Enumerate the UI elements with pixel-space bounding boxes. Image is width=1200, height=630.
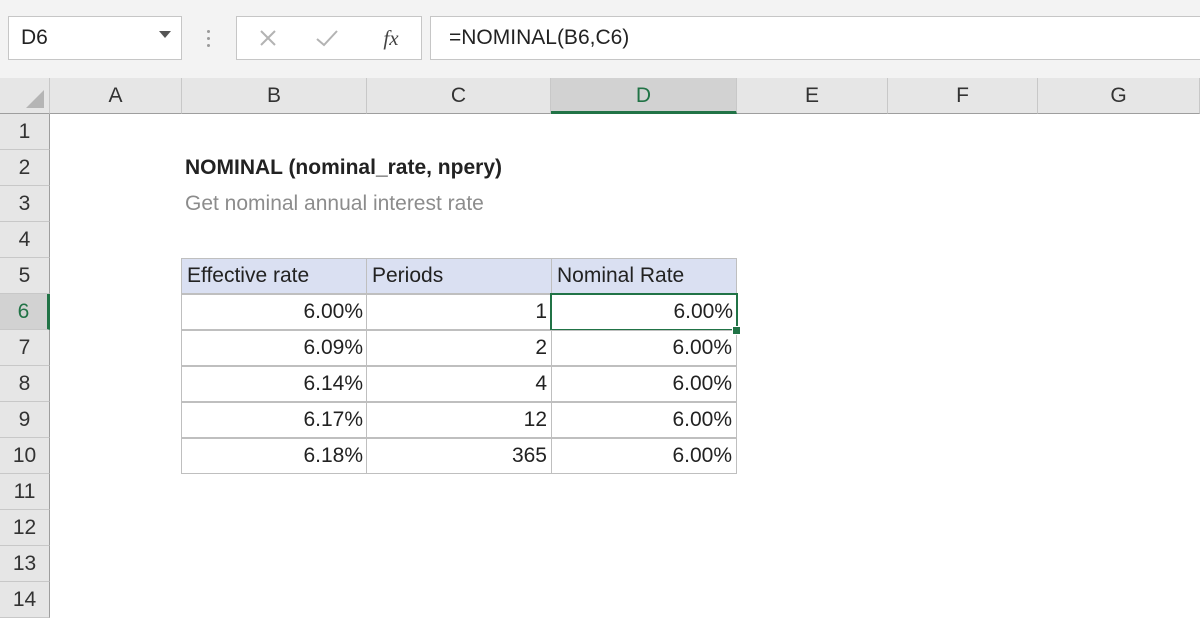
table-cell[interactable]: 6.00%: [551, 438, 737, 474]
table-cell[interactable]: 6.00%: [551, 402, 737, 438]
column-header-e[interactable]: E: [737, 78, 888, 114]
table-cell[interactable]: 6.14%: [181, 366, 368, 402]
checkmark-icon[interactable]: [309, 21, 345, 55]
row-header-13[interactable]: 13: [0, 546, 50, 582]
row-header-4[interactable]: 4: [0, 222, 50, 258]
column-header-g[interactable]: G: [1038, 78, 1200, 114]
table-cell[interactable]: 4: [366, 366, 552, 402]
row-header-8[interactable]: 8: [0, 366, 50, 402]
column-header-b[interactable]: B: [182, 78, 367, 114]
column-header-f[interactable]: F: [888, 78, 1038, 114]
row-header-10[interactable]: 10: [0, 438, 50, 474]
formula-buttons: fx: [236, 16, 422, 60]
formula-bar-area: D6 fx =NOMINAL(B6,C6): [0, 0, 1200, 78]
table-cell[interactable]: 6.00%: [551, 366, 737, 402]
select-all-button[interactable]: [0, 78, 50, 114]
fill-handle[interactable]: [732, 326, 741, 335]
row-header-1[interactable]: 1: [0, 114, 50, 150]
row-header-5[interactable]: 5: [0, 258, 50, 294]
table-cell[interactable]: 2: [366, 330, 552, 366]
table-cell[interactable]: 6.00%: [181, 294, 368, 330]
name-box-value: D6: [21, 26, 48, 50]
drag-handle-icon[interactable]: [198, 20, 218, 56]
sheet-subtitle[interactable]: Get nominal annual interest rate: [185, 192, 484, 216]
chevron-down-icon[interactable]: [159, 31, 171, 38]
formula-text: =NOMINAL(B6,C6): [449, 26, 629, 50]
row-header-12[interactable]: 12: [0, 510, 50, 546]
sheet-title[interactable]: NOMINAL (nominal_rate, npery): [185, 156, 502, 180]
close-icon[interactable]: [251, 21, 285, 55]
row-header-6[interactable]: 6: [0, 294, 50, 330]
table-cell[interactable]: 6.18%: [181, 438, 368, 474]
column-header-c[interactable]: C: [367, 78, 551, 114]
row-header-2[interactable]: 2: [0, 150, 50, 186]
select-all-icon: [26, 90, 44, 108]
row-header-9[interactable]: 9: [0, 402, 50, 438]
fx-label: fx: [383, 26, 398, 51]
table-cell[interactable]: 6.00%: [551, 330, 737, 366]
name-box[interactable]: D6: [8, 16, 182, 60]
selected-cell-d6[interactable]: 6.00%: [550, 293, 738, 331]
fx-icon[interactable]: fx: [373, 21, 409, 55]
row-header-14[interactable]: 14: [0, 582, 50, 618]
table-cell[interactable]: 12: [366, 402, 552, 438]
table-cell[interactable]: 1: [366, 294, 552, 330]
row-header-11[interactable]: 11: [0, 474, 50, 510]
formula-input[interactable]: =NOMINAL(B6,C6): [430, 16, 1200, 60]
table-cell[interactable]: 6.17%: [181, 402, 368, 438]
row-header-3[interactable]: 3: [0, 186, 50, 222]
column-header-a[interactable]: A: [50, 78, 182, 114]
column-header-d[interactable]: D: [551, 78, 737, 114]
table-header-nominal-rate[interactable]: Nominal Rate: [551, 258, 737, 294]
table-header-periods[interactable]: Periods: [366, 258, 552, 294]
table-cell[interactable]: 6.09%: [181, 330, 368, 366]
table-header-effective-rate[interactable]: Effective rate: [181, 258, 368, 294]
table-cell[interactable]: 365: [366, 438, 552, 474]
row-header-7[interactable]: 7: [0, 330, 50, 366]
